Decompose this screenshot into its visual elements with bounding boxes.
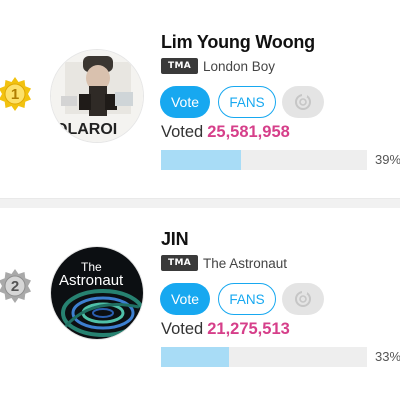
action-buttons: Vote FANS <box>160 282 324 316</box>
vote-number: 25,581,958 <box>207 123 290 141</box>
fans-button[interactable]: FANS <box>218 86 276 118</box>
ranking-card-1: 1 OLAROI Lim Young Woong TMA London Boy … <box>0 5 400 195</box>
vote-progress-fill <box>161 347 229 367</box>
reload-icon <box>295 290 311 307</box>
vote-count: Voted 21,275,513 <box>161 320 290 339</box>
share-button[interactable] <box>282 86 324 118</box>
action-buttons: Vote FANS <box>160 85 324 119</box>
vote-progress-bar <box>161 150 367 170</box>
rank-number: 2 <box>10 278 20 295</box>
vote-button[interactable]: Vote <box>160 283 210 315</box>
vote-number: 21,275,513 <box>207 320 290 338</box>
vote-percent: 39% <box>375 152 400 167</box>
song-line: TMA London Boy <box>161 58 275 74</box>
section-divider <box>0 198 400 208</box>
vote-button[interactable]: Vote <box>160 86 210 118</box>
artist-avatar[interactable]: OLAROI <box>50 49 144 143</box>
vote-progress-fill <box>161 150 242 170</box>
rank-number: 1 <box>10 86 20 103</box>
album-art-text: OLAROI <box>55 121 117 138</box>
song-line: TMA The Astronaut <box>161 255 287 271</box>
song-title: The Astronaut <box>203 255 288 271</box>
voted-label: Voted <box>161 123 204 141</box>
tma-badge: TMA <box>161 58 198 74</box>
vote-percent: 33% <box>375 349 400 364</box>
song-title: London Boy <box>203 58 276 74</box>
silver-medal-icon: 2 <box>0 268 34 306</box>
fans-button[interactable]: FANS <box>218 283 276 315</box>
tma-badge: TMA <box>161 255 198 271</box>
gold-medal-icon: 1 <box>0 76 34 114</box>
artist-name: JIN <box>161 229 189 249</box>
artist-avatar[interactable]: The Astronaut <box>50 246 144 340</box>
reload-icon <box>295 93 311 110</box>
ranking-card-2: 2 The Astronaut JIN TMA The Astronaut Vo… <box>0 208 400 398</box>
voted-label: Voted <box>161 320 204 338</box>
vote-progress-bar <box>161 347 367 367</box>
vote-count: Voted 25,581,958 <box>161 123 290 142</box>
share-button[interactable] <box>282 283 324 315</box>
album-art-title-2: Astronaut <box>59 272 124 289</box>
artist-name: Lim Young Woong <box>161 32 315 52</box>
